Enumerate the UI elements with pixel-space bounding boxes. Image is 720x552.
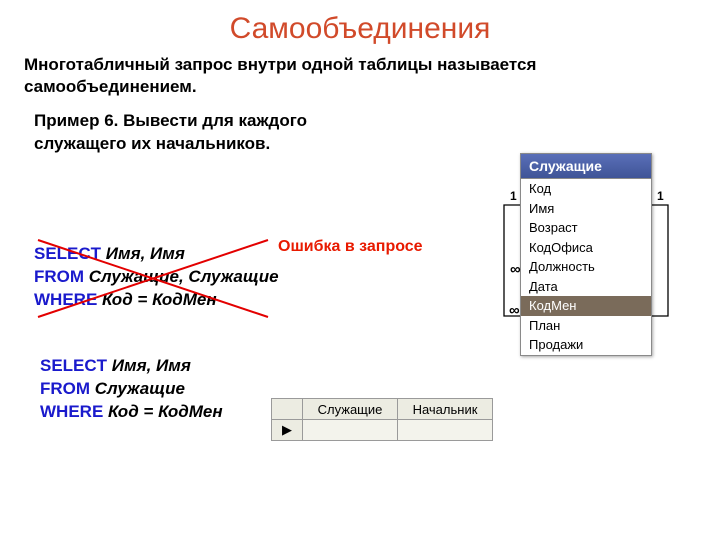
keyword-select: SELECT — [34, 244, 101, 263]
keyword-select: SELECT — [40, 356, 107, 375]
table-field: План — [521, 316, 651, 336]
table-field-list: КодИмяВозрастКодОфисаДолжностьДатаКодМен… — [520, 179, 652, 356]
table-field: Возраст — [521, 218, 651, 238]
from-tables: Служащие, Служащие — [84, 267, 279, 286]
keyword-where: WHERE — [40, 402, 103, 421]
keyword-from: FROM — [40, 379, 90, 398]
query-block-2: SELECT Имя, Имя FROM Служащие WHERE Код … — [40, 355, 280, 424]
error-label: Ошибка в запросе — [278, 238, 423, 256]
keyword-from: FROM — [34, 267, 84, 286]
example-text: Пример 6. Вывести для каждого служащего … — [34, 110, 344, 156]
from-tables: Служащие — [90, 379, 185, 398]
rel-card-left-top: 1 — [510, 189, 517, 203]
table-field: КодМен — [521, 296, 651, 316]
grid-col-1: Служащие — [303, 399, 398, 420]
table-field: Должность — [521, 257, 651, 277]
select-fields: Имя, Имя — [107, 356, 191, 375]
table-field: КодОфиса — [521, 238, 651, 258]
table-window: Служащие КодИмяВозрастКодОфисаДолжностьД… — [520, 153, 652, 356]
result-grid: Служащие Начальник ▶ — [271, 398, 493, 441]
definition-text: Многотабличный запрос внутри одной табли… — [24, 54, 696, 98]
table-window-title: Служащие — [520, 153, 652, 179]
where-cond: Код = КодМен — [97, 290, 216, 309]
rel-card-right-top: 1 — [657, 189, 664, 203]
table-field: Имя — [521, 199, 651, 219]
grid-row-marker: ▶ — [272, 420, 303, 441]
grid-col-2: Начальник — [398, 399, 493, 420]
grid-corner — [272, 399, 303, 420]
table-field: Код — [521, 179, 651, 199]
select-fields: Имя, Имя — [101, 244, 185, 263]
table-field: Продажи — [521, 335, 651, 355]
page-title: Самообъединения — [0, 12, 720, 46]
where-cond: Код = КодМен — [103, 402, 222, 421]
keyword-where: WHERE — [34, 290, 97, 309]
table-field: Дата — [521, 277, 651, 297]
grid-cell — [303, 420, 398, 441]
query-block-1: SELECT Имя, Имя FROM Служащие, Служащие … — [34, 243, 294, 312]
rel-card-right-bottom: ∞ — [509, 302, 520, 319]
grid-cell — [398, 420, 493, 441]
rel-card-left-bottom: ∞ — [510, 261, 521, 278]
